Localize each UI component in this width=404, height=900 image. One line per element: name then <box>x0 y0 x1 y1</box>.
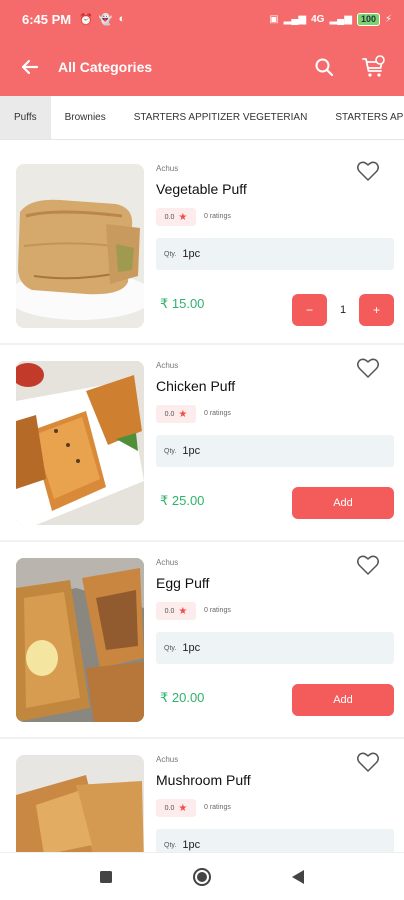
rating-badge: 0.0 ★ <box>156 208 196 226</box>
product-image <box>16 164 144 328</box>
ratings-count: 0 ratings <box>204 607 231 614</box>
heart-icon <box>357 555 379 575</box>
product-name: Chicken Puff <box>156 378 236 394</box>
product-brand: Achus <box>156 558 179 567</box>
heart-icon <box>357 161 379 181</box>
square-icon <box>100 870 112 883</box>
ratings-count: 0 ratings <box>204 804 231 811</box>
quantity-selector[interactable]: Qty. 1pc <box>156 238 394 270</box>
network-type: 4G <box>311 13 325 25</box>
decrement-button[interactable]: − <box>292 294 327 326</box>
product-name: Vegetable Puff <box>156 181 247 197</box>
ratings-count: 0 ratings <box>204 213 231 220</box>
status-notification-icons: ⏰ 👻 ◐ <box>79 13 125 26</box>
status-bar: 6:45 PM ⏰ 👻 ◐ ▣ ▂▄▆ 4G ▂▄▆ 100 ⚡ <box>0 0 404 38</box>
cart-button[interactable] <box>356 49 392 85</box>
cart-icon <box>362 55 385 77</box>
qty-label: Qty. <box>164 644 177 652</box>
product-card[interactable]: Achus Vegetable Puff 0.0 ★ 0 ratings Qty… <box>0 148 404 345</box>
search-icon <box>315 58 334 77</box>
qty-value: 1pc <box>182 839 201 851</box>
wishlist-button[interactable] <box>356 160 380 182</box>
star-icon: ★ <box>178 802 188 814</box>
product-brand: Achus <box>156 755 179 764</box>
quantity-selector[interactable]: Qty. 1pc <box>156 435 394 467</box>
product-price: ₹ 20.00 <box>160 690 205 705</box>
product-brand: Achus <box>156 164 179 173</box>
product-name: Egg Puff <box>156 575 210 591</box>
product-list: Achus Vegetable Puff 0.0 ★ 0 ratings Qty… <box>0 148 404 852</box>
rating-badge: 0.0 ★ <box>156 405 196 423</box>
category-tabs: Puffs Brownies STARTERS APPITIZER VEGETE… <box>0 96 404 140</box>
star-icon: ★ <box>178 408 188 420</box>
qty-label: Qty. <box>164 250 177 258</box>
cart-quantity-stepper: − 1 + <box>292 294 394 326</box>
search-button[interactable] <box>306 49 342 85</box>
product-image <box>16 755 144 852</box>
increment-button[interactable]: + <box>359 294 394 326</box>
product-brand: Achus <box>156 361 179 370</box>
qty-value: 1pc <box>182 642 201 654</box>
qty-label: Qty. <box>164 841 177 849</box>
arrow-left-icon <box>21 59 39 75</box>
home-button[interactable] <box>187 862 217 892</box>
snapchat-icon: 👻 <box>98 13 113 26</box>
status-time: 6:45 PM <box>22 11 72 27</box>
wishlist-button[interactable] <box>356 357 380 379</box>
triangle-back-icon <box>292 869 304 884</box>
cart-count: 1 <box>339 304 347 316</box>
heart-icon <box>357 358 379 378</box>
add-to-cart-button[interactable]: Add <box>292 487 394 519</box>
qty-value: 1pc <box>182 445 201 457</box>
system-back-button[interactable] <box>283 862 313 892</box>
home-circle-icon <box>193 867 211 886</box>
page-title: All Categories <box>58 59 153 75</box>
wishlist-button[interactable] <box>356 751 380 773</box>
tab-starters-appitizer-vegeterian[interactable]: STARTERS APPITIZER VEGETERIAN <box>120 96 322 139</box>
product-card[interactable]: Achus Egg Puff 0.0 ★ 0 ratings Qty. 1pc … <box>0 542 404 739</box>
app-bar: All Categories <box>0 38 404 96</box>
system-navigation-bar <box>0 852 404 900</box>
app-notification-icon: ◐ <box>118 13 126 25</box>
signal-icon-2: ▂▄▆ <box>329 13 352 25</box>
quantity-selector[interactable]: Qty. 1pc <box>156 829 394 852</box>
back-button[interactable] <box>8 45 52 89</box>
recents-button[interactable] <box>91 862 121 892</box>
charging-icon: ⚡ <box>384 13 392 25</box>
tab-puffs[interactable]: Puffs <box>0 96 51 139</box>
tab-brownies[interactable]: Brownies <box>51 96 120 139</box>
product-name: Mushroom Puff <box>156 772 251 788</box>
vibrate-icon: ▣ <box>269 13 279 25</box>
star-icon: ★ <box>178 605 188 617</box>
product-image <box>16 361 144 525</box>
product-image <box>16 558 144 722</box>
product-price: ₹ 25.00 <box>160 493 205 508</box>
ratings-count: 0 ratings <box>204 410 231 417</box>
battery-icon: 100 <box>356 12 380 26</box>
product-price: ₹ 15.00 <box>160 296 205 311</box>
rating-badge: 0.0 ★ <box>156 602 196 620</box>
quantity-selector[interactable]: Qty. 1pc <box>156 632 394 664</box>
add-to-cart-button[interactable]: Add <box>292 684 394 716</box>
rating-value: 0.0 <box>164 213 175 221</box>
rating-badge: 0.0 ★ <box>156 799 196 817</box>
heart-icon <box>357 752 379 772</box>
qty-label: Qty. <box>164 447 177 455</box>
tab-starters-appiti[interactable]: STARTERS APPITI <box>321 96 404 139</box>
wishlist-button[interactable] <box>356 554 380 576</box>
qty-value: 1pc <box>182 248 201 260</box>
rating-value: 0.0 <box>164 607 175 615</box>
alarm-icon: ⏰ <box>79 13 93 26</box>
signal-icon: ▂▄▆ <box>283 13 307 25</box>
rating-value: 0.0 <box>164 410 175 418</box>
status-system-icons: ▣ ▂▄▆ 4G ▂▄▆ 100 ⚡ <box>269 12 392 26</box>
rating-value: 0.0 <box>164 804 175 812</box>
product-card[interactable]: Achus Chicken Puff 0.0 ★ 0 ratings Qty. … <box>0 345 404 542</box>
product-card[interactable]: Achus Mushroom Puff 0.0 ★ 0 ratings Qty.… <box>0 739 404 852</box>
star-icon: ★ <box>178 211 188 223</box>
